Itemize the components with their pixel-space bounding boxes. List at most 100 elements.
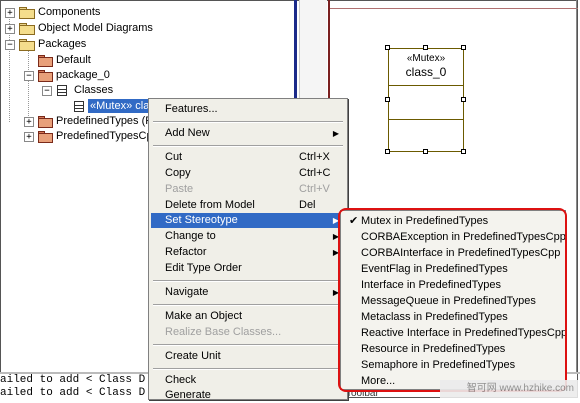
expand-icon[interactable]: + xyxy=(24,132,34,142)
output-line: ailed to add < Class D xyxy=(0,387,146,399)
menu-separator xyxy=(153,121,343,123)
menu-item-label: Change to xyxy=(165,230,216,242)
stereotype-submenu: ✔ Mutex in PredefinedTypes CORBAException… xyxy=(340,210,567,390)
menu-item-refactor[interactable]: Refactor ▶ xyxy=(151,245,345,260)
menu-item-label: Generate xyxy=(165,389,211,401)
tree-item-label: PredefinedTypes (RE xyxy=(56,115,161,127)
stereotype-item-eventflag[interactable]: EventFlag in PredefinedTypes xyxy=(347,261,561,277)
stereotype-item-label: MessageQueue in PredefinedTypes xyxy=(361,295,536,307)
resize-handle[interactable] xyxy=(385,97,390,102)
menu-item-shortcut: Ctrl+X xyxy=(299,151,330,163)
stereotype-item-mutex[interactable]: ✔ Mutex in PredefinedTypes xyxy=(347,213,561,229)
resize-handle[interactable] xyxy=(461,149,466,154)
expand-icon[interactable]: + xyxy=(5,8,15,18)
stereotype-item-semaphore[interactable]: Semaphore in PredefinedTypes xyxy=(347,357,561,373)
menu-item-label: Create Unit xyxy=(165,350,221,362)
resize-handle[interactable] xyxy=(423,149,428,154)
menu-separator xyxy=(153,344,343,346)
class-stereotype: «Mutex» xyxy=(406,53,446,64)
submenu-arrow-icon: ▶ xyxy=(332,129,339,138)
output-log: ailed to add < Class D ailed to add < Cl… xyxy=(0,374,150,400)
menu-item-label: Realize Base Classes... xyxy=(165,326,282,338)
menu-item-copy[interactable]: Copy Ctrl+C xyxy=(151,166,345,181)
menu-item-cut[interactable]: Cut Ctrl+X xyxy=(151,150,345,165)
tree-item-label: Default xyxy=(56,54,91,66)
menu-item-shortcut: Del xyxy=(299,199,316,211)
tree-item-label: Object Model Diagrams xyxy=(38,22,153,34)
menu-item-realize-base-classes: Realize Base Classes... xyxy=(151,325,345,340)
menu-separator xyxy=(153,280,343,282)
stereotype-item-corbaexception[interactable]: CORBAException in PredefinedTypesCpp xyxy=(347,229,566,245)
package-icon xyxy=(38,116,53,128)
menu-item-make-an-object[interactable]: Make an Object xyxy=(151,309,345,324)
tree-item-components[interactable]: + Components xyxy=(2,5,202,19)
menu-item-label: Features... xyxy=(165,103,218,115)
collapse-icon[interactable]: − xyxy=(42,86,52,96)
resize-handle[interactable] xyxy=(461,45,466,50)
expand-icon[interactable]: + xyxy=(24,117,34,127)
diagram-frame-line xyxy=(330,8,578,9)
diagram-frame-edge xyxy=(576,0,577,372)
class-compartment-divider xyxy=(389,85,463,86)
tree-item-package-0[interactable]: − package_0 xyxy=(2,68,202,82)
menu-item-label: Navigate xyxy=(165,286,209,298)
menu-item-label: Set Stereotype xyxy=(165,214,238,226)
stereotype-item-label: More... xyxy=(361,375,396,387)
resize-handle[interactable] xyxy=(423,45,428,50)
tree-item-default[interactable]: Default xyxy=(2,53,202,67)
package-icon xyxy=(38,55,53,67)
menu-item-check[interactable]: Check xyxy=(151,373,345,388)
submenu-arrow-icon: ▶ xyxy=(332,248,339,257)
class-name: class_0 xyxy=(405,65,447,79)
stereotype-item-label: Resource in PredefinedTypes xyxy=(361,343,506,355)
menu-item-shortcut: Ctrl+V xyxy=(299,183,330,195)
stereotype-item-reactive-interface[interactable]: Reactive Interface in PredefinedTypesCpp xyxy=(347,325,567,341)
stereotype-item-label: Reactive Interface in PredefinedTypesCpp xyxy=(361,327,568,339)
resize-handle[interactable] xyxy=(385,45,390,50)
collapse-icon[interactable]: − xyxy=(24,71,34,81)
resize-handle[interactable] xyxy=(461,97,466,102)
stereotype-item-corbainterface[interactable]: CORBAInterface in PredefinedTypesCpp xyxy=(347,245,561,261)
menu-item-label: Cut xyxy=(165,151,183,163)
diagram-class-box[interactable]: «Mutex» class_0 xyxy=(388,48,464,152)
package-icon xyxy=(38,70,53,82)
stereotype-item-label: Interface in PredefinedTypes xyxy=(361,279,502,291)
tree-item-label: Classes xyxy=(74,84,114,96)
stereotype-item-label: Semaphore in PredefinedTypes xyxy=(361,359,516,371)
stereotype-item-label: Metaclass in PredefinedTypes xyxy=(361,311,508,323)
submenu-arrow-icon: ▶ xyxy=(332,288,339,297)
collapse-icon[interactable]: − xyxy=(5,40,15,50)
menu-item-change-to[interactable]: Change to ▶ xyxy=(151,229,345,244)
menu-item-delete-from-model[interactable]: Delete from Model Del xyxy=(151,198,345,213)
menu-item-paste: Paste Ctrl+V xyxy=(151,182,345,197)
output-line: ailed to add < Class D xyxy=(0,374,146,386)
stereotype-item-resource[interactable]: Resource in PredefinedTypes xyxy=(347,341,561,357)
tree-item-classes[interactable]: − Classes xyxy=(2,83,202,97)
menu-item-navigate[interactable]: Navigate ▶ xyxy=(151,285,345,300)
package-icon xyxy=(38,131,53,143)
menu-item-shortcut: Ctrl+C xyxy=(299,167,331,179)
expand-icon[interactable]: + xyxy=(5,24,15,34)
stereotype-item-label: EventFlag in PredefinedTypes xyxy=(361,263,508,275)
menu-item-create-unit[interactable]: Create Unit xyxy=(151,349,345,364)
checkmark-icon: ✔ xyxy=(349,215,359,227)
stereotype-item-metaclass[interactable]: Metaclass in PredefinedTypes xyxy=(347,309,561,325)
menu-item-add-new[interactable]: Add New ▶ xyxy=(151,126,345,141)
menu-item-features[interactable]: Features... xyxy=(151,102,345,117)
stereotype-item-interface[interactable]: Interface in PredefinedTypes xyxy=(347,277,561,293)
stereotype-item-messagequeue[interactable]: MessageQueue in PredefinedTypes xyxy=(347,293,561,309)
stereotype-item-label: Mutex in PredefinedTypes xyxy=(361,215,489,227)
tree-item-label: Packages xyxy=(38,38,87,50)
folder-icon xyxy=(19,39,35,51)
menu-item-generate[interactable]: Generate xyxy=(151,388,345,403)
menu-separator xyxy=(153,145,343,147)
menu-item-label: Add New xyxy=(165,127,210,139)
menu-item-edit-type-order[interactable]: Edit Type Order xyxy=(151,261,345,276)
menu-item-label: Edit Type Order xyxy=(165,262,242,274)
menu-item-label: Delete from Model xyxy=(165,199,255,211)
resize-handle[interactable] xyxy=(385,149,390,154)
tree-item-label: package_0 xyxy=(56,69,110,81)
tree-item-object-model-diagrams[interactable]: + Object Model Diagrams xyxy=(2,21,202,35)
tree-item-packages[interactable]: − Packages xyxy=(2,37,202,51)
menu-item-set-stereotype[interactable]: Set Stereotype ▶ xyxy=(151,213,345,228)
